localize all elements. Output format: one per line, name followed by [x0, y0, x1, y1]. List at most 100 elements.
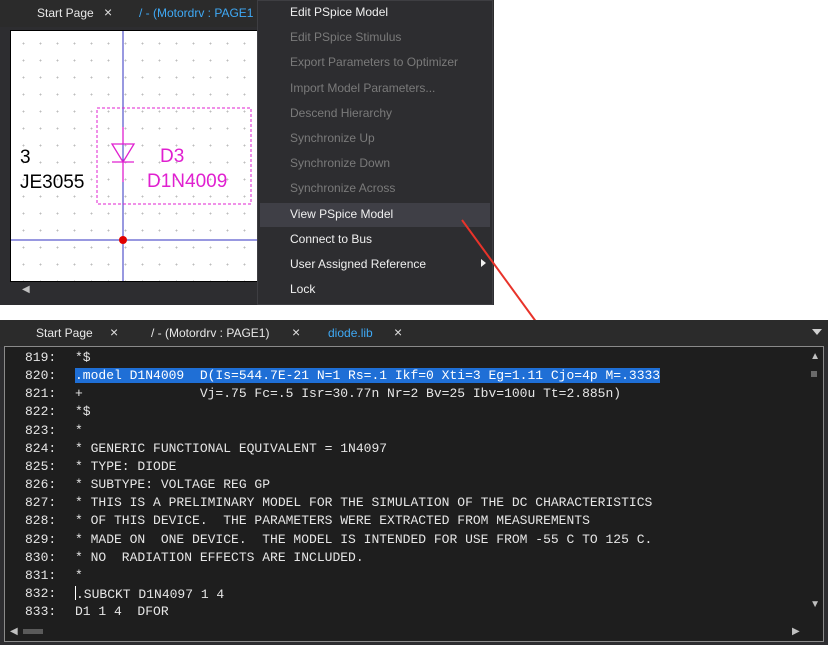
- menu-item-label: Import Model Parameters...: [290, 80, 436, 95]
- diode-part-label[interactable]: D1N4009: [147, 171, 227, 192]
- code-line[interactable]: 827: * THIS IS A PRELIMINARY MODEL FOR TH…: [5, 495, 805, 513]
- code-line[interactable]: 819: *$: [5, 350, 805, 368]
- scroll-left-icon[interactable]: ◀: [10, 626, 18, 637]
- menu-item-label: View PSpice Model: [290, 206, 394, 221]
- schematic-horizontal-scrollbar[interactable]: ◀: [10, 282, 258, 299]
- editor-horizontal-scrollbar[interactable]: ◀ ▶: [5, 623, 808, 641]
- left-part-value: JE3055: [20, 172, 84, 193]
- code-text: * GENERIC FUNCTIONAL EQUIVALENT = 1N4097: [75, 440, 388, 456]
- menu-item-label: Edit PSpice Stimulus: [290, 30, 402, 45]
- code-line[interactable]: 823: *: [5, 423, 805, 441]
- tab-motordrv-page1-2[interactable]: / - (Motordrv : PAGE1): [151, 320, 269, 347]
- line-number: 827:: [25, 495, 57, 511]
- tab-list-dropdown-icon[interactable]: [812, 329, 822, 335]
- schematic-canvas[interactable]: 3 JE3055 D3 D1N4009: [10, 30, 258, 282]
- tab-motordrv-page1[interactable]: / - (Motordrv : PAGE1: [139, 0, 253, 27]
- menu-item-label: User Assigned Reference: [290, 257, 427, 271]
- code-text: *$: [75, 404, 91, 420]
- line-number: 832:: [25, 585, 57, 601]
- tab-start-page-2[interactable]: Start Page: [36, 320, 93, 347]
- line-number: 829:: [25, 531, 57, 547]
- menu-item-descend-hierarchy[interactable]: Descend Hierarchy: [260, 102, 490, 126]
- code-editor[interactable]: 819: *$ 820: .model D1N4009 D(Is=544.7E-21 …: [4, 346, 824, 642]
- tab-diode-lib[interactable]: diode.lib: [328, 320, 373, 347]
- code-text: *: [75, 567, 83, 583]
- line-number: 830:: [25, 549, 57, 565]
- line-number: 826:: [25, 477, 57, 493]
- menu-item-user-assigned-reference[interactable]: User Assigned Reference: [260, 253, 490, 277]
- menu-item-synchronize-up[interactable]: Synchronize Up: [260, 127, 490, 151]
- diode-ref-label[interactable]: D3: [160, 146, 184, 167]
- close-icon[interactable]: ×: [394, 324, 402, 340]
- menu-item-import-model-parameters[interactable]: Import Model Parameters...: [260, 77, 490, 101]
- code-line[interactable]: 833: D1 1 4 DFOR: [5, 604, 805, 622]
- menu-item-label: Descend Hierarchy: [290, 105, 393, 120]
- code-line[interactable]: 822: *$: [5, 404, 805, 422]
- code-line[interactable]: 829: * MADE ON ONE DEVICE. THE MODEL IS I…: [5, 532, 805, 550]
- code-text: * THIS IS A PRELIMINARY MODEL FOR THE SI…: [75, 495, 653, 511]
- schematic-drawing: 3 JE3055 D3 D1N4009: [11, 31, 257, 281]
- line-number: 825:: [25, 458, 57, 474]
- code-text: D1 1 4 DFOR: [75, 604, 169, 620]
- scroll-right-icon[interactable]: ▶: [792, 626, 800, 637]
- context-menu: Edit PSpice Model Edit PSpice Stimulus Exp…: [257, 0, 493, 305]
- line-number: 823:: [25, 422, 57, 438]
- code-line[interactable]: 825: * TYPE: DIODE: [5, 459, 805, 477]
- code-text: *: [75, 422, 83, 438]
- menu-item-connect-to-bus[interactable]: Connect to Bus: [260, 228, 490, 252]
- code-line[interactable]: 821: + Vj=.75 Fc=.5 Isr=30.77n Nr=2 Bv=25…: [5, 386, 805, 404]
- menu-item-edit-pspice-model[interactable]: Edit PSpice Model: [260, 1, 490, 25]
- code-line[interactable]: 831: *: [5, 568, 805, 586]
- line-number: 819:: [25, 350, 57, 365]
- code-text: * TYPE: DIODE: [75, 458, 177, 474]
- bottom-tab-bar: Start Page × / - (Motordrv : PAGE1) × di…: [0, 320, 828, 347]
- code-line[interactable]: 832: .SUBCKT D1N4097 1 4: [5, 585, 805, 604]
- code-text: * MADE ON ONE DEVICE. THE MODEL IS INTEN…: [75, 531, 653, 547]
- code-text: .SUBCKT D1N4097 1 4: [75, 585, 225, 602]
- scroll-down-icon[interactable]: ▼: [810, 599, 820, 610]
- menu-item-label: Synchronize Across: [290, 181, 396, 196]
- menu-item-view-pspice-model[interactable]: View PSpice Model: [260, 202, 490, 227]
- code-text: * OF THIS DEVICE. THE PARAMETERS WERE EX…: [75, 513, 590, 529]
- left-part-ref: 3: [20, 147, 31, 168]
- menu-item-label: Edit PSpice Model: [290, 5, 389, 19]
- line-number: 820:: [25, 368, 57, 384]
- menu-item-label: Synchronize Up: [290, 131, 375, 145]
- menu-item-label: Synchronize Down: [290, 156, 391, 171]
- close-icon[interactable]: ×: [110, 324, 118, 340]
- scroll-up-icon[interactable]: ▲: [810, 351, 820, 362]
- code-text: * SUBTYPE: VOLTAGE REG GP: [75, 477, 271, 493]
- submenu-arrow-icon: [481, 259, 486, 267]
- tab-start-page[interactable]: Start Page: [37, 0, 94, 27]
- editor-vertical-scrollbar[interactable]: ▲ ▼: [806, 347, 823, 623]
- vertical-scroll-thumb[interactable]: [811, 371, 817, 377]
- code-text: + Vj=.75 Fc=.5 Isr=30.77n Nr=2 Bv=25 Ibv…: [75, 386, 622, 402]
- code-line[interactable]: 820: .model D1N4009 D(Is=544.7E-21 N=1 Rs…: [5, 368, 805, 386]
- code-line[interactable]: 824: * GENERIC FUNCTIONAL EQUIVALENT = 1N…: [5, 441, 805, 459]
- editor-window: Start Page × / - (Motordrv : PAGE1) × di…: [0, 320, 828, 645]
- selected-code-text: .model D1N4009 D(Is=544.7E-21 N=1 Rs=.1 …: [75, 368, 661, 384]
- junction-node: [119, 236, 127, 244]
- menu-item-synchronize-down[interactable]: Synchronize Down: [260, 152, 490, 176]
- menu-item-label: Connect to Bus: [290, 231, 373, 246]
- line-number: 821:: [25, 386, 57, 402]
- menu-item-export-parameters-to-optimizer[interactable]: Export Parameters to Optimizer: [260, 51, 490, 75]
- code-line[interactable]: 830: * NO RADIATION EFFECTS ARE INCLUDED.: [5, 550, 805, 568]
- horizontal-scroll-thumb[interactable]: [23, 629, 43, 634]
- line-number: 833:: [25, 604, 57, 620]
- code-text-after-caret: .SUBCKT D1N4097 1 4: [76, 586, 225, 602]
- line-number: 822:: [25, 404, 57, 420]
- line-number: 831:: [25, 567, 57, 583]
- menu-item-label: Lock: [290, 282, 316, 297]
- code-line[interactable]: 826: * SUBTYPE: VOLTAGE REG GP: [5, 477, 805, 495]
- close-icon[interactable]: ×: [292, 324, 300, 340]
- close-icon[interactable]: ×: [104, 4, 112, 20]
- line-number: 824:: [25, 440, 57, 456]
- menu-item-edit-pspice-stimulus[interactable]: Edit PSpice Stimulus: [260, 26, 490, 50]
- scroll-left-icon[interactable]: ◀: [22, 284, 30, 295]
- line-number: 828:: [25, 513, 57, 529]
- menu-item-label: Export Parameters to Optimizer: [290, 55, 459, 70]
- menu-item-lock[interactable]: Lock: [260, 278, 490, 302]
- code-line[interactable]: 828: * OF THIS DEVICE. THE PARAMETERS WER…: [5, 513, 805, 531]
- menu-item-synchronize-across[interactable]: Synchronize Across: [260, 177, 490, 201]
